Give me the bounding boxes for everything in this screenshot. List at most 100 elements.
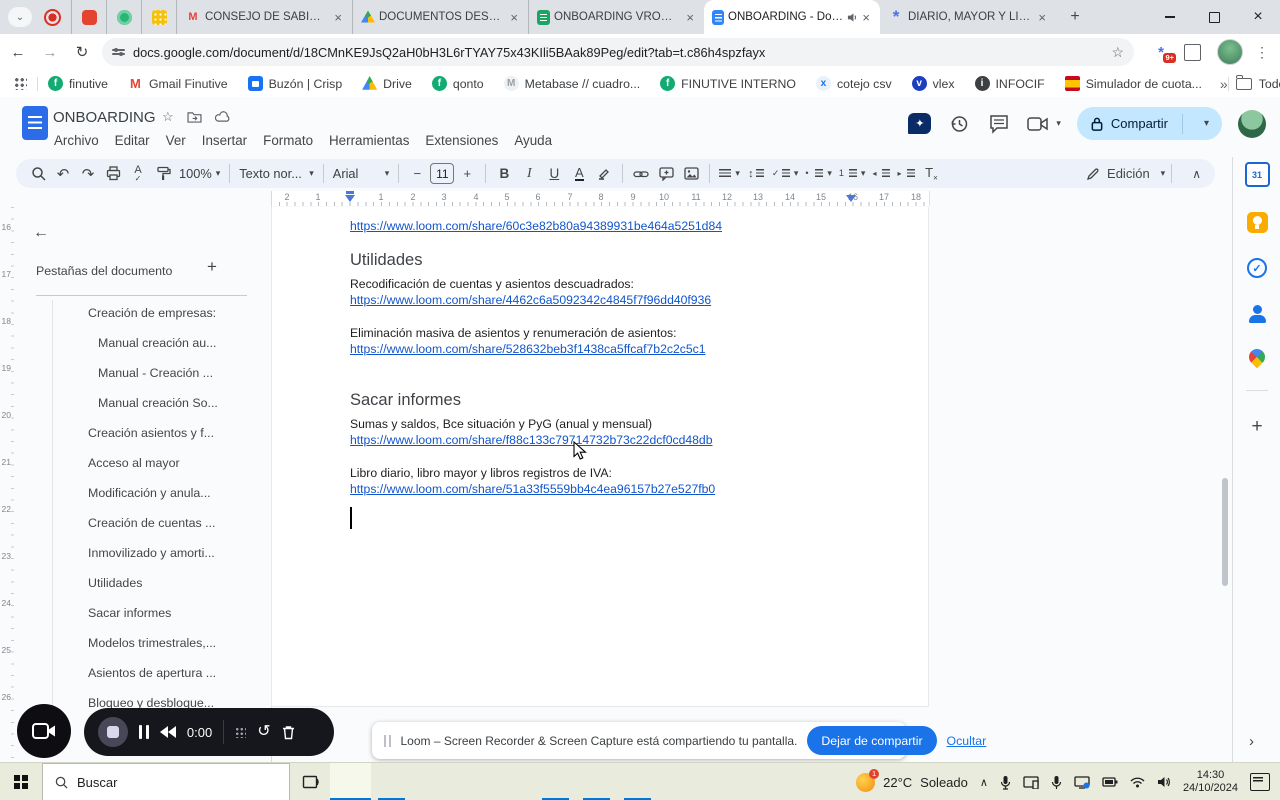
document-line[interactable]: https://www.loom.com/share/f88c133c79714… — [350, 433, 712, 448]
decrease-font-size-button[interactable]: − — [405, 162, 429, 186]
bookmarks-overflow-button[interactable]: » — [1220, 76, 1228, 92]
hide-side-panel-button[interactable]: › — [1249, 733, 1254, 750]
drag-handle-icon[interactable] — [235, 726, 247, 738]
increase-font-size-button[interactable]: + — [455, 162, 479, 186]
taskbar-app-button[interactable] — [453, 763, 494, 800]
paint-format-button[interactable] — [151, 162, 175, 186]
menu-item[interactable]: Archivo — [46, 131, 107, 150]
menu-item[interactable]: Extensiones — [417, 131, 506, 150]
account-avatar[interactable] — [1238, 109, 1266, 138]
document-line[interactable]: Libro diario, libro mayor y libros regis… — [350, 466, 612, 481]
maps-icon[interactable] — [1245, 345, 1269, 369]
version-history-icon[interactable] — [947, 112, 971, 136]
tab-close-icon[interactable]: × — [1036, 10, 1048, 25]
tab-close-icon[interactable]: × — [332, 10, 344, 25]
microphone-tray-icon[interactable] — [1000, 775, 1011, 790]
banner-drag-handle[interactable] — [384, 734, 391, 747]
bookmark-star-icon[interactable]: ☆ — [1111, 44, 1124, 61]
tab-close-icon[interactable]: × — [860, 10, 872, 25]
apps-grid-icon[interactable] — [14, 77, 27, 90]
font-size-field[interactable]: 11 — [430, 163, 455, 184]
keep-icon[interactable] — [1246, 212, 1268, 233]
document-tab-item[interactable]: Inmovilizado y amorti... — [36, 538, 262, 568]
meet-video-call-button[interactable]: ▾ — [1027, 116, 1061, 132]
window-maximize-button[interactable] — [1192, 0, 1236, 34]
comments-icon[interactable] — [987, 112, 1011, 136]
taskbar-app-button[interactable] — [576, 763, 617, 800]
hide-menus-button[interactable]: ∧ — [1192, 167, 1201, 181]
screen-share-tray-icon[interactable] — [1074, 775, 1090, 789]
pinned-tab-3[interactable] — [141, 0, 176, 34]
browser-tab[interactable]: DOCUMENTOS DESACTUAL × — [352, 0, 528, 34]
first-line-indent-marker[interactable] — [346, 191, 354, 194]
document-tab-item[interactable]: Manual creación au... — [36, 328, 262, 358]
document-scrollbar[interactable] — [1222, 478, 1228, 586]
battery-tray-icon[interactable] — [1102, 777, 1118, 787]
document-tab-item[interactable]: Acceso al mayor — [36, 448, 262, 478]
calendar-icon[interactable]: 31 — [1244, 162, 1270, 187]
gemini-icon[interactable]: ✦ — [908, 113, 932, 134]
tasks-icon[interactable]: ✓ — [1247, 258, 1267, 278]
text-color-button[interactable]: A — [567, 162, 591, 186]
paragraph-style-select[interactable]: Texto nor... ▾ — [236, 162, 317, 186]
loom-camera-bubble[interactable] — [17, 704, 71, 758]
forward-button[interactable]: → — [36, 38, 64, 66]
numbered-list-button[interactable]: 1 ▾ — [836, 162, 869, 186]
browser-tab[interactable]: CONSEJO DE SABIOS ;) - Ch × — [176, 0, 352, 34]
hide-banner-link[interactable]: Ocultar — [947, 734, 987, 748]
browser-menu-icon[interactable]: ⋮ — [1255, 44, 1269, 61]
menu-item[interactable]: Ayuda — [506, 131, 560, 150]
taskbar-clock[interactable]: 14:30 24/10/2024 — [1183, 769, 1238, 795]
document-page[interactable]: https://www.loom.com/share/60c3e82b80a94… — [271, 207, 929, 707]
taskbar-app-button[interactable] — [371, 763, 412, 800]
line-spacing-button[interactable]: ↕ — [744, 162, 768, 186]
highlight-color-button[interactable] — [592, 162, 616, 186]
pinned-tab-1[interactable] — [71, 0, 106, 34]
wifi-tray-icon[interactable] — [1130, 777, 1145, 788]
delete-recording-button[interactable] — [282, 725, 295, 740]
site-info-icon[interactable] — [112, 47, 125, 57]
left-indent-marker[interactable] — [345, 195, 355, 202]
document-line[interactable]: Recodificación de cuentas y asientos des… — [350, 277, 634, 292]
taskbar-app-button[interactable] — [330, 763, 371, 800]
checklist-button[interactable]: ✓ ▾ — [769, 162, 802, 186]
bookmark-item[interactable]: qonto — [431, 76, 484, 91]
right-indent-marker[interactable] — [846, 195, 856, 202]
tab-search-button[interactable]: ⌄ — [8, 7, 32, 27]
taskbar-app-button[interactable] — [617, 763, 658, 800]
back-button[interactable]: ← — [4, 38, 32, 66]
pause-recording-button[interactable] — [139, 725, 149, 739]
browser-tab[interactable]: DIARIO, MAYOR Y LIBROS R × — [880, 0, 1056, 34]
document-tab-item[interactable]: Utilidades — [36, 568, 262, 598]
document-tab-item[interactable]: Creación de cuentas ... — [36, 508, 262, 538]
bookmark-item[interactable]: finutive — [48, 76, 108, 91]
browser-profile-avatar[interactable] — [1217, 39, 1243, 65]
document-line[interactable]: Sumas y saldos, Bce situación y PyG (anu… — [350, 417, 652, 432]
document-line[interactable]: https://www.loom.com/share/4462c6a509234… — [350, 293, 711, 308]
document-tab-item[interactable]: Modificación y anula... — [36, 478, 262, 508]
vertical-ruler[interactable]: 16 17 18 19 20 21 22 23 24 25 26 — [0, 207, 14, 762]
menu-item[interactable]: Formato — [255, 131, 321, 150]
extension-button[interactable]: * 9+ — [1152, 44, 1176, 63]
share-options-chevron-icon[interactable]: ▾ — [1195, 118, 1218, 129]
bookmark-item[interactable]: Simulador de cuota... — [1064, 76, 1202, 91]
search-menus-button[interactable] — [26, 162, 50, 186]
restart-clip-button[interactable] — [159, 726, 176, 738]
bookmark-item[interactable]: FINUTIVE INTERNO — [660, 76, 796, 91]
reload-button[interactable]: ↻ — [68, 38, 96, 66]
close-tabs-panel-button[interactable]: ← — [28, 220, 54, 246]
document-tab-item[interactable]: Creación asientos y f... — [36, 418, 262, 448]
document-line[interactable]: Utilidades — [350, 250, 422, 270]
document-line[interactable]: https://www.loom.com/share/528632beb3f14… — [350, 342, 705, 357]
browser-tab[interactable]: ONBOARDING VRORR - Ho × — [528, 0, 704, 34]
stop-recording-button[interactable] — [98, 717, 128, 747]
menu-item[interactable]: Ver — [158, 131, 194, 150]
new-tab-button[interactable]: + — [1062, 4, 1088, 30]
document-tab-item[interactable]: Creación de empresas: — [36, 298, 262, 328]
taskbar-app-button[interactable] — [535, 763, 576, 800]
taskbar-app-button[interactable] — [494, 763, 535, 800]
tab-close-icon[interactable]: × — [508, 10, 520, 25]
bulleted-list-button[interactable]: • ▾ — [802, 162, 835, 186]
document-tab-item[interactable]: Asientos de apertura ... — [36, 658, 262, 688]
volume-tray-icon[interactable] — [1157, 776, 1171, 788]
